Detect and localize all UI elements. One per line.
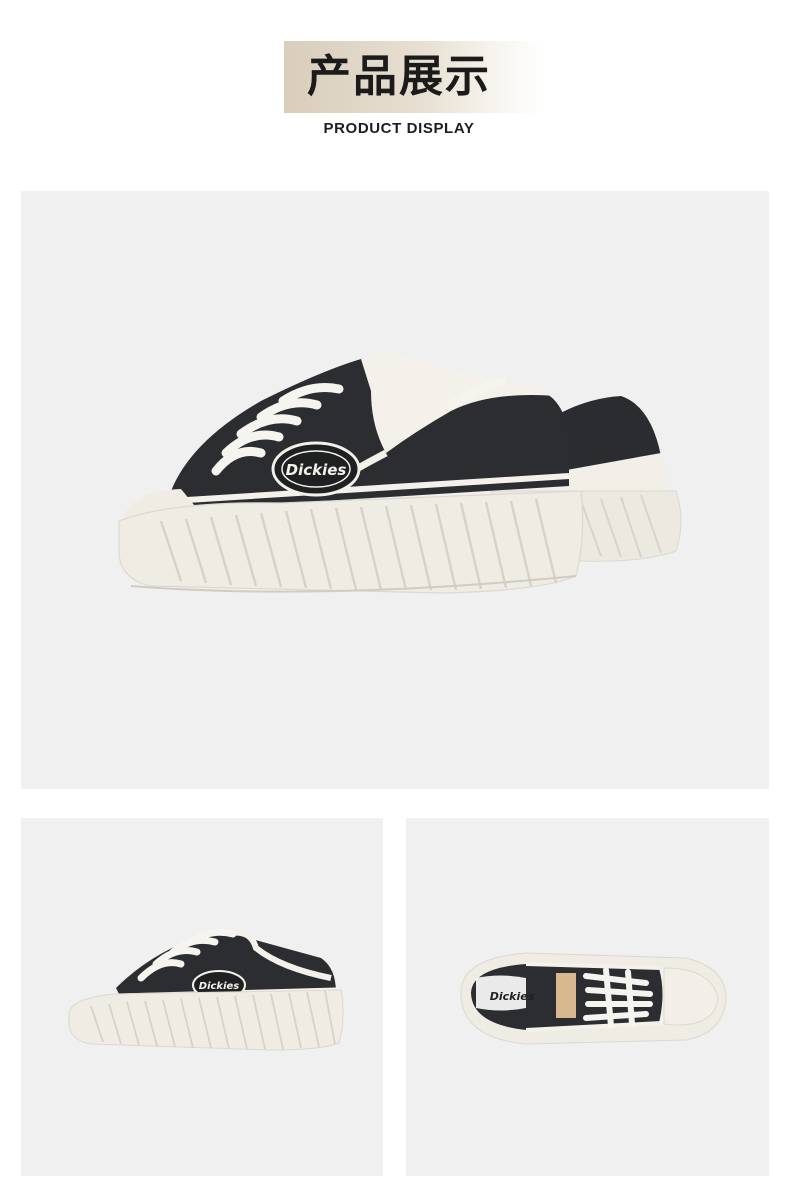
section-title: 产品展示 (307, 51, 491, 102)
brand-logo-top: Dickies (490, 990, 535, 1003)
product-image-side: Dickies (21, 818, 383, 1176)
section-header: 产品展示 PRODUCT DISPLAY (0, 0, 790, 170)
product-image-top: Dickies (406, 818, 769, 1176)
section-subtitle: PRODUCT DISPLAY (323, 120, 475, 137)
brand-logo-side: Dickies (199, 981, 240, 992)
brand-logo: Dickies (286, 461, 347, 479)
sneaker-top-image: Dickies (460, 952, 727, 1045)
sneaker-pair-image: Dickies (118, 352, 682, 594)
product-image-main: Dickies (21, 191, 769, 789)
sneaker-side-image: Dickies (68, 928, 344, 1051)
front-shoe: Dickies (118, 352, 584, 594)
tongue-label (556, 973, 576, 1018)
